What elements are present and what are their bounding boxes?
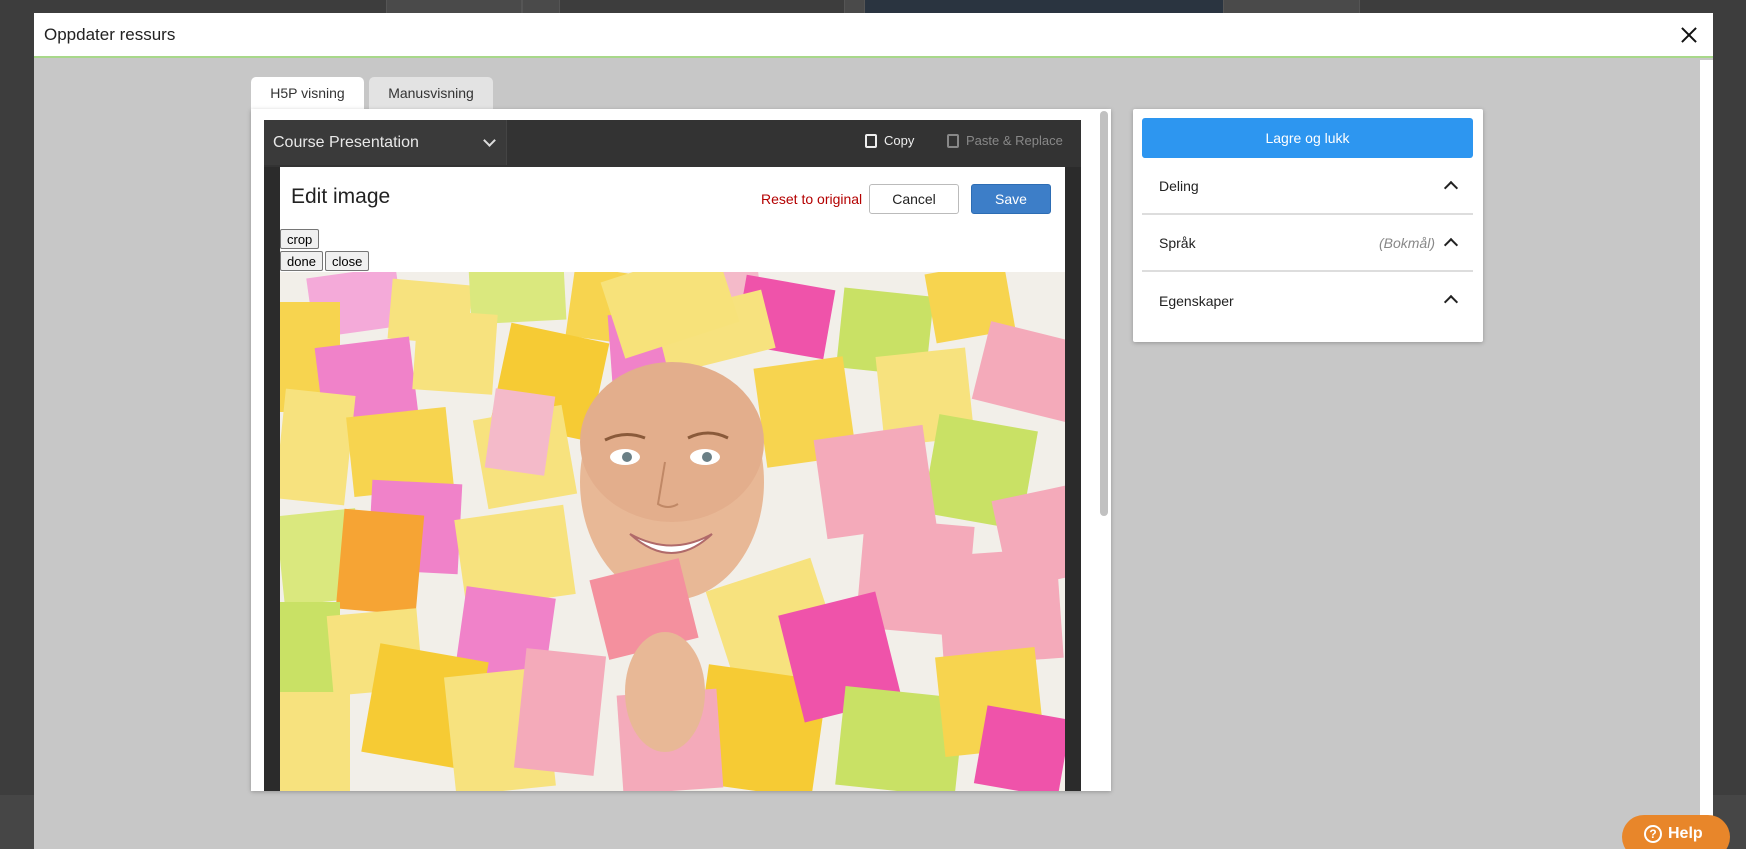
editor-panel: Course Presentation Copy Paste & Replace…: [251, 109, 1111, 791]
save-button[interactable]: Save: [971, 184, 1051, 214]
copy-button[interactable]: Copy: [865, 133, 914, 148]
content-type-label: Course Presentation: [273, 133, 419, 151]
copy-icon: [865, 133, 877, 148]
cancel-button[interactable]: Cancel: [869, 184, 959, 214]
edit-image-dialog: Edit image Reset to original Cancel Save…: [280, 167, 1065, 791]
background-column: [386, 0, 522, 14]
accordion-value: (Bokmål): [1378, 234, 1435, 251]
edit-image-title: Edit image: [291, 185, 391, 208]
done-button[interactable]: done: [280, 251, 323, 271]
accordion-language[interactable]: Språk (Bokmål): [1142, 215, 1473, 272]
h5p-toolbar: Course Presentation Copy Paste & Replace: [264, 120, 1081, 167]
tab-label: H5P visning: [270, 85, 345, 101]
close-icon[interactable]: [1675, 21, 1703, 49]
modal-header: Oppdater ressurs: [34, 13, 1713, 58]
modal-scrollbar[interactable]: [1700, 60, 1713, 849]
resource-sidebar: Lagre og lukk Deling Språk (Bokmål) Egen…: [1133, 109, 1483, 342]
reset-to-original-link[interactable]: Reset to original: [761, 191, 862, 207]
accordion-label: Egenskaper: [1159, 292, 1234, 309]
paste-label: Paste & Replace: [966, 133, 1063, 148]
copy-label: Copy: [884, 133, 915, 148]
paste-replace-button[interactable]: Paste & Replace: [947, 133, 1063, 148]
tab-script-view[interactable]: Manusvisning: [369, 77, 493, 109]
save-and-close-button[interactable]: Lagre og lukk: [1142, 118, 1473, 158]
help-label: Help: [1668, 825, 1703, 842]
chevron-up-icon: [1443, 237, 1459, 253]
accordion-properties[interactable]: Egenskaper: [1142, 272, 1473, 329]
chevron-up-icon: [1443, 294, 1459, 310]
chevron-up-icon: [1443, 180, 1459, 196]
paste-icon: [947, 133, 959, 148]
scrollbar-thumb[interactable]: [1100, 111, 1108, 516]
accordion-sharing[interactable]: Deling: [1142, 158, 1473, 215]
accordion-label: Språk: [1159, 234, 1196, 251]
content-type-select[interactable]: Course Presentation: [264, 120, 507, 165]
close-button[interactable]: close: [325, 251, 370, 271]
h5p-editor: Course Presentation Copy Paste & Replace…: [264, 120, 1081, 791]
help-icon: ?: [1644, 825, 1662, 843]
help-button[interactable]: ? Help: [1622, 815, 1730, 849]
image-preview[interactable]: [280, 272, 1065, 791]
background-column: [522, 0, 560, 14]
crop-button[interactable]: crop: [280, 229, 320, 249]
sticky-notes-face-image: [280, 272, 1065, 791]
tab-h5p-view[interactable]: H5P visning: [251, 77, 364, 109]
chevron-down-icon: [483, 134, 496, 147]
panel-scrollbar[interactable]: [1099, 111, 1109, 516]
background-thumbnail: [864, 0, 1224, 14]
modal-title: Oppdater ressurs: [44, 24, 176, 44]
update-resource-modal: Oppdater ressurs H5P visning Manusvisnin…: [34, 13, 1713, 849]
accordion-label: Deling: [1159, 177, 1199, 194]
tab-label: Manusvisning: [388, 85, 474, 101]
